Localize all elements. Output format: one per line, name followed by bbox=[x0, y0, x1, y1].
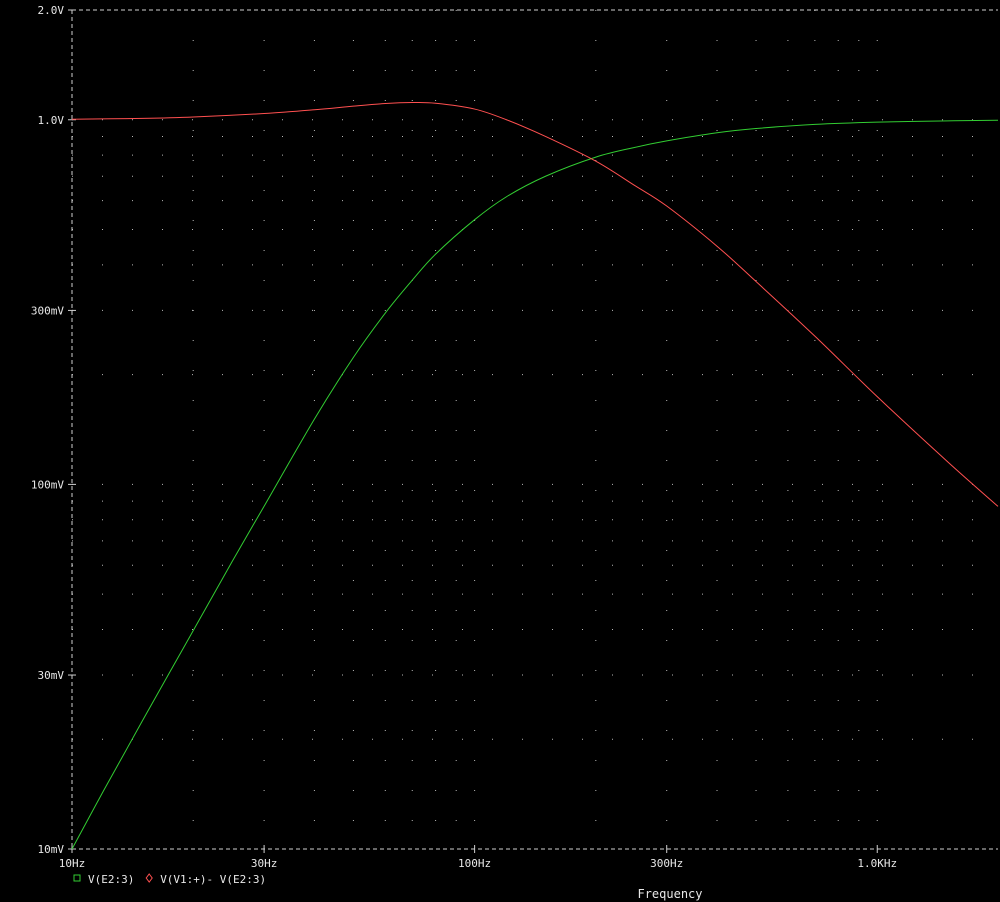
legend-marker-diamond-icon bbox=[145, 873, 153, 883]
y-tick-label: 2.0V bbox=[38, 4, 65, 17]
y-tick-label: 1.0V bbox=[38, 114, 65, 127]
y-tick-label: 10mV bbox=[38, 843, 65, 856]
series-line-0 bbox=[71, 119, 999, 850]
x-tick-label: 30Hz bbox=[251, 857, 278, 870]
frequency-response-chart: 2.0V 1.0V 300mV 100mV 30mV 10mV10Hz 30Hz 100Hz 3… bbox=[31, 4, 999, 901]
x-tick-label: 1.0KHz bbox=[857, 857, 897, 870]
series-layer bbox=[71, 101, 999, 850]
y-tick-label: 100mV bbox=[31, 478, 64, 491]
axes-layer bbox=[68, 9, 998, 853]
legend: V(E2:3) V(V1:+)- V(E2:3) bbox=[73, 873, 266, 886]
y-tick-label: 30mV bbox=[38, 669, 65, 682]
x-tick-label: 300Hz bbox=[650, 857, 683, 870]
x-axis-label: Frequency bbox=[637, 887, 702, 901]
legend-entry-label: V(V1:+)- V(E2:3) bbox=[160, 873, 266, 886]
x-tick-label: 10Hz bbox=[59, 857, 86, 870]
x-tick-label: 100Hz bbox=[458, 857, 491, 870]
legend-entry-label: V(E2:3) bbox=[88, 873, 134, 886]
series-line-1 bbox=[71, 101, 999, 507]
grid-layer bbox=[72, 10, 998, 849]
tick-labels: 2.0V 1.0V 300mV 100mV 30mV 10mV10Hz 30Hz 100Hz 3… bbox=[31, 4, 897, 870]
y-tick-label: 300mV bbox=[31, 304, 64, 317]
legend-marker-square-icon bbox=[73, 874, 81, 882]
